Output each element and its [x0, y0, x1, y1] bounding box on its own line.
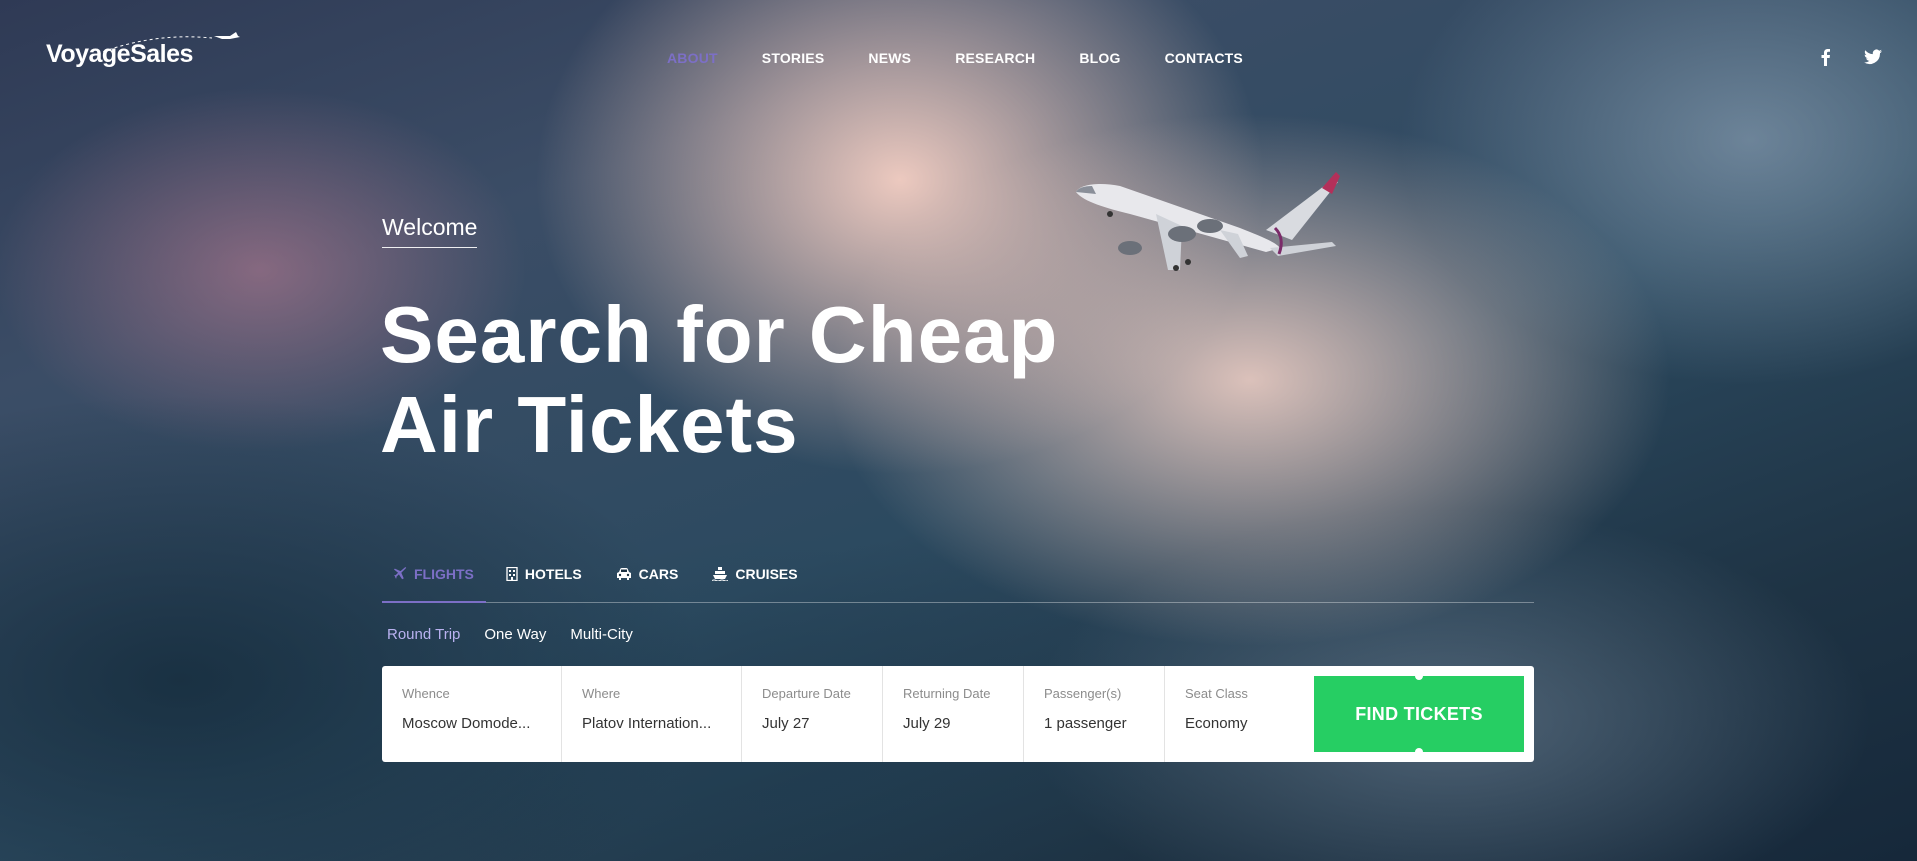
find-tickets-button[interactable]: FIND TICKETS — [1314, 672, 1524, 756]
where-field[interactable]: Where Platov Internation... — [562, 666, 742, 762]
tab-flights-label: FLIGHTS — [414, 566, 474, 582]
flight-search-form: Whence Moscow Domode... Where Platov Int… — [382, 666, 1534, 762]
passengers-field[interactable]: Passenger(s) 1 passenger — [1024, 666, 1165, 762]
main-nav: ABOUT STORIES NEWS RESEARCH BLOG CONTACT… — [667, 50, 1243, 66]
headline-line-2: Air Tickets — [380, 380, 799, 469]
headline-line-1: Search for Cheap — [380, 290, 1059, 379]
tab-hotels-label: HOTELS — [524, 566, 582, 582]
tab-cars-label: CARS — [638, 566, 679, 582]
returning-date-field[interactable]: Returning Date July 29 — [883, 666, 1024, 762]
building-icon — [506, 567, 518, 581]
whence-label: Whence — [402, 686, 450, 701]
ship-icon — [712, 567, 729, 581]
ticket-notch-bottom — [1415, 748, 1423, 756]
nav-contacts[interactable]: CONTACTS — [1165, 50, 1243, 66]
nav-research[interactable]: RESEARCH — [955, 50, 1035, 66]
airplane-photo — [1076, 172, 1340, 271]
passengers-label: Passenger(s) — [1044, 686, 1122, 701]
returning-date-label: Returning Date — [903, 686, 991, 701]
trip-type-selector: Round Trip One Way Multi-City — [387, 626, 633, 643]
social-links — [1817, 48, 1882, 66]
nav-about[interactable]: ABOUT — [667, 50, 718, 66]
whence-value: Moscow Domode... — [402, 715, 531, 732]
returning-date-value: July 29 — [903, 715, 951, 732]
seat-class-field[interactable]: Seat Class Economy — [1165, 666, 1309, 762]
seat-class-label: Seat Class — [1185, 686, 1248, 701]
tab-cars[interactable]: CARS — [594, 560, 691, 603]
tab-cruises[interactable]: CRUISES — [690, 560, 809, 603]
twitter-icon[interactable] — [1863, 48, 1882, 66]
whence-field[interactable]: Whence Moscow Domode... — [382, 666, 562, 762]
departure-date-value: July 27 — [762, 715, 810, 732]
trip-multi-city[interactable]: Multi-City — [570, 626, 633, 643]
welcome-label: Welcome — [382, 214, 478, 248]
page-title: Search for Cheap Air Tickets — [380, 290, 1058, 470]
airplane-icon — [394, 567, 407, 580]
nav-news[interactable]: NEWS — [868, 50, 911, 66]
where-label: Where — [582, 686, 621, 701]
tab-cruises-label: CRUISES — [735, 566, 798, 582]
logo-plane-icon — [91, 32, 240, 57]
departure-date-label: Departure Date — [762, 686, 851, 701]
brand-logo[interactable]: VoyageSales — [46, 32, 240, 69]
facebook-icon[interactable] — [1817, 48, 1835, 66]
nav-blog[interactable]: BLOG — [1079, 50, 1120, 66]
tab-flights[interactable]: FLIGHTS — [382, 560, 486, 603]
ticket-notch-top — [1415, 672, 1423, 680]
nav-stories[interactable]: STORIES — [762, 50, 825, 66]
seat-class-value: Economy — [1185, 715, 1248, 732]
passengers-value: 1 passenger — [1044, 715, 1127, 732]
booking-tabs: FLIGHTS HOTELS CARS CRUISES — [382, 560, 1534, 603]
where-value: Platov Internation... — [582, 715, 712, 732]
trip-one-way[interactable]: One Way — [484, 626, 546, 643]
departure-date-field[interactable]: Departure Date July 27 — [742, 666, 883, 762]
car-icon — [616, 568, 631, 580]
trip-round-trip[interactable]: Round Trip — [387, 626, 460, 643]
find-tickets-label: FIND TICKETS — [1355, 703, 1483, 724]
tab-hotels[interactable]: HOTELS — [486, 560, 594, 603]
